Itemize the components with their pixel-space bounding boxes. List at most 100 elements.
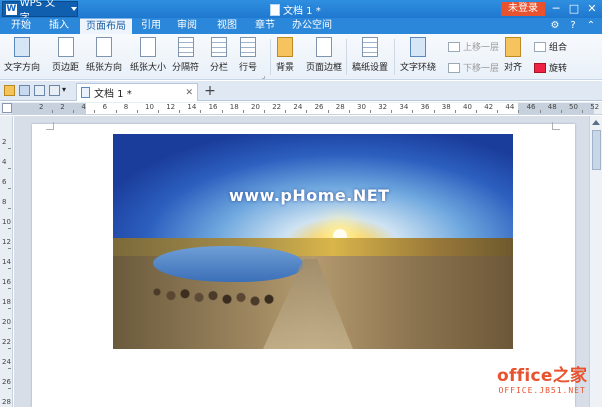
- page-border-button[interactable]: 页面边框: [306, 37, 342, 73]
- orientation-button[interactable]: 纸张方向: [86, 37, 122, 73]
- ruler-tick-label: 20: [251, 103, 260, 111]
- dialog-launcher-icon[interactable]: ⌟: [262, 72, 265, 80]
- login-button[interactable]: 未登录: [501, 2, 545, 16]
- ruler-tick: [242, 110, 244, 113]
- wps-logo-icon: W: [6, 3, 17, 15]
- document-page[interactable]: www.pHome.NET: [32, 122, 575, 407]
- ruler-tick-label: 38: [441, 103, 451, 111]
- margins-button[interactable]: 页边距: [52, 37, 79, 73]
- image-watermark: www.pHome.NET: [229, 186, 390, 205]
- rotate-icon: [534, 62, 546, 73]
- help-icon[interactable]: ?: [566, 19, 580, 33]
- rotate-button[interactable]: 旋转: [534, 61, 567, 74]
- customize-toolbar-icon[interactable]: ▾: [62, 85, 73, 96]
- minimize-icon[interactable]: ─: [548, 1, 564, 17]
- inserted-image[interactable]: www.pHome.NET: [113, 134, 513, 349]
- vertical-ruler-tick-label: 24: [2, 358, 11, 366]
- vertical-ruler-tick: [8, 288, 11, 289]
- ruler-tick-label: 2: [60, 103, 65, 111]
- undo-icon[interactable]: [49, 85, 60, 96]
- line-number-button[interactable]: 行号: [239, 37, 257, 73]
- tab-office-space[interactable]: 办公空间: [288, 18, 336, 34]
- margins-icon: [57, 37, 74, 57]
- bring-forward-button[interactable]: 上移一层: [448, 40, 499, 53]
- close-icon[interactable]: ✕: [584, 1, 600, 17]
- vertical-ruler-tick: [8, 208, 11, 209]
- vertical-ruler-tick-label: 16: [2, 278, 11, 286]
- ruler-tick-label: 28: [335, 103, 345, 111]
- title-bar: W WPS 文字 文档 1 * 未登录 ─ □ ✕: [0, 0, 602, 24]
- ruler-tick: [52, 110, 53, 113]
- document-icon: [270, 3, 280, 16]
- tab-insert[interactable]: 插入: [42, 18, 76, 34]
- quick-access-toolbar: ▾ 文档 1 * ✕ +: [0, 81, 602, 101]
- wps-app-menu-button[interactable]: W WPS 文字: [2, 0, 78, 24]
- ribbon-divider: [346, 39, 347, 75]
- ruler-tick: [582, 110, 583, 113]
- ruler-tick-label: 10: [145, 103, 154, 111]
- print-icon[interactable]: [34, 85, 45, 96]
- ruler-tab-selector[interactable]: [2, 103, 12, 113]
- new-tab-button[interactable]: +: [203, 83, 217, 99]
- paper-size-icon: [140, 37, 156, 57]
- align-button[interactable]: 对齐: [504, 37, 522, 73]
- menu-tab-bar: 开始 插入 页面布局 引用 审阅 视图 章节 办公空间 ⚙ ? ⌃: [0, 18, 602, 34]
- image-rocks: [143, 274, 283, 310]
- paper-size-button[interactable]: 纸张大小: [130, 37, 166, 73]
- text-wrap-button[interactable]: 文字环绕: [400, 37, 436, 73]
- vertical-ruler[interactable]: 2 4 6 8 10 12 14 16 18 20 22 24 26 28: [0, 116, 13, 407]
- vertical-ruler-tick: [8, 308, 11, 309]
- scroll-up-icon[interactable]: [592, 120, 600, 125]
- tab-chapter[interactable]: 章节: [250, 18, 280, 34]
- columns-label: 分栏: [210, 63, 229, 73]
- background-button[interactable]: 背景: [276, 37, 294, 73]
- manuscript-label: 稿纸设置: [352, 63, 389, 73]
- margin-corner-mark: [552, 122, 560, 130]
- horizontal-ruler[interactable]: 2 2 4 6 8 10 12 14 16 18 20 22 24 26 28 30 32 34 36 38 40 42 4…: [0, 102, 602, 115]
- minimize-ribbon-icon[interactable]: ⌃: [584, 19, 598, 33]
- tab-page-layout[interactable]: 页面布局: [80, 18, 132, 34]
- ruler-tick: [391, 110, 393, 113]
- line-number-label: 行号: [239, 63, 258, 73]
- line-number-icon: [240, 37, 256, 57]
- maximize-icon[interactable]: □: [566, 1, 582, 17]
- ruler-tick-label: 42: [484, 103, 494, 111]
- ribbon-divider: [394, 39, 395, 75]
- ruler-tick: [454, 110, 456, 113]
- tab-references[interactable]: 引用: [136, 18, 166, 34]
- tab-home[interactable]: 开始: [4, 18, 38, 34]
- ruler-tick: [115, 110, 117, 113]
- separator-button[interactable]: 分隔符: [172, 37, 199, 73]
- columns-button[interactable]: 分栏: [210, 37, 228, 73]
- page-border-icon: [316, 37, 332, 57]
- vertical-ruler-tick: [8, 388, 11, 389]
- group-label: 组合: [549, 43, 568, 53]
- ruler-tick-label: 6: [102, 103, 108, 111]
- ruler-tick: [412, 110, 414, 113]
- orientation-label: 纸张方向: [86, 63, 123, 73]
- vertical-ruler-tick-label: 10: [2, 218, 11, 226]
- manuscript-button[interactable]: 稿纸设置: [352, 37, 388, 73]
- tab-view[interactable]: 视图: [212, 18, 242, 34]
- margins-label: 页边距: [52, 63, 80, 73]
- save-icon[interactable]: [19, 85, 30, 96]
- open-icon[interactable]: [4, 85, 15, 96]
- scrollbar-thumb[interactable]: [592, 130, 601, 170]
- send-backward-button[interactable]: 下移一层: [448, 61, 499, 74]
- vertical-ruler-tick-label: 20: [2, 318, 11, 326]
- vertical-ruler-tick-label: 12: [2, 238, 11, 246]
- close-tab-icon[interactable]: ✕: [185, 88, 193, 98]
- ruler-tick: [370, 110, 371, 113]
- group-button[interactable]: 组合: [534, 40, 567, 53]
- ruler-tick-label: 32: [378, 103, 388, 111]
- vertical-scrollbar[interactable]: [589, 116, 602, 407]
- text-direction-button[interactable]: 文字方向: [4, 37, 40, 73]
- ruler-tick-label: 22: [272, 103, 282, 111]
- vertical-ruler-tick: [8, 268, 11, 269]
- gear-icon[interactable]: ⚙: [548, 19, 562, 33]
- tab-review[interactable]: 审阅: [172, 18, 202, 34]
- document-tab[interactable]: 文档 1 * ✕: [76, 83, 198, 101]
- background-label: 背景: [276, 63, 295, 73]
- ruler-tick: [433, 110, 435, 113]
- ruler-tick-label: 48: [547, 103, 557, 111]
